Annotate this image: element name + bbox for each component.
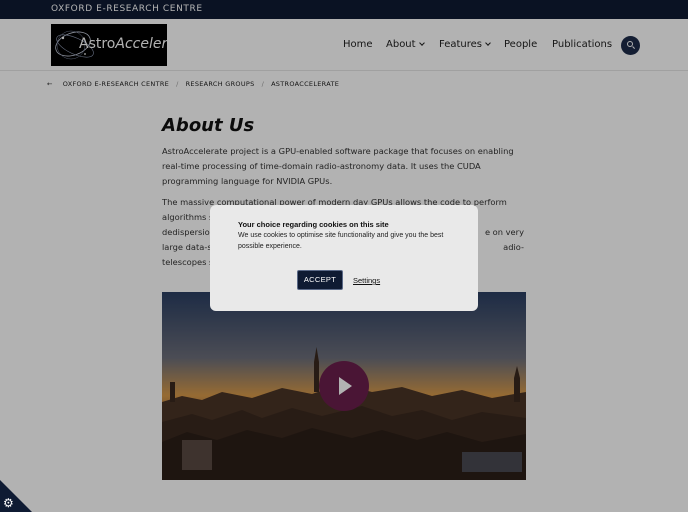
cookie-settings-corner[interactable]: ⚙ xyxy=(0,480,32,512)
accept-button[interactable]: ACCEPT xyxy=(297,270,343,290)
cookie-consent-dialog: Your choice regarding cookies on this si… xyxy=(210,205,478,311)
gear-icon: ⚙ xyxy=(3,496,14,510)
cookie-dialog-text: We use cookies to optimise site function… xyxy=(238,232,444,250)
settings-link[interactable]: Settings xyxy=(353,276,380,285)
cookie-dialog-title: Your choice regarding cookies on this si… xyxy=(238,220,389,229)
